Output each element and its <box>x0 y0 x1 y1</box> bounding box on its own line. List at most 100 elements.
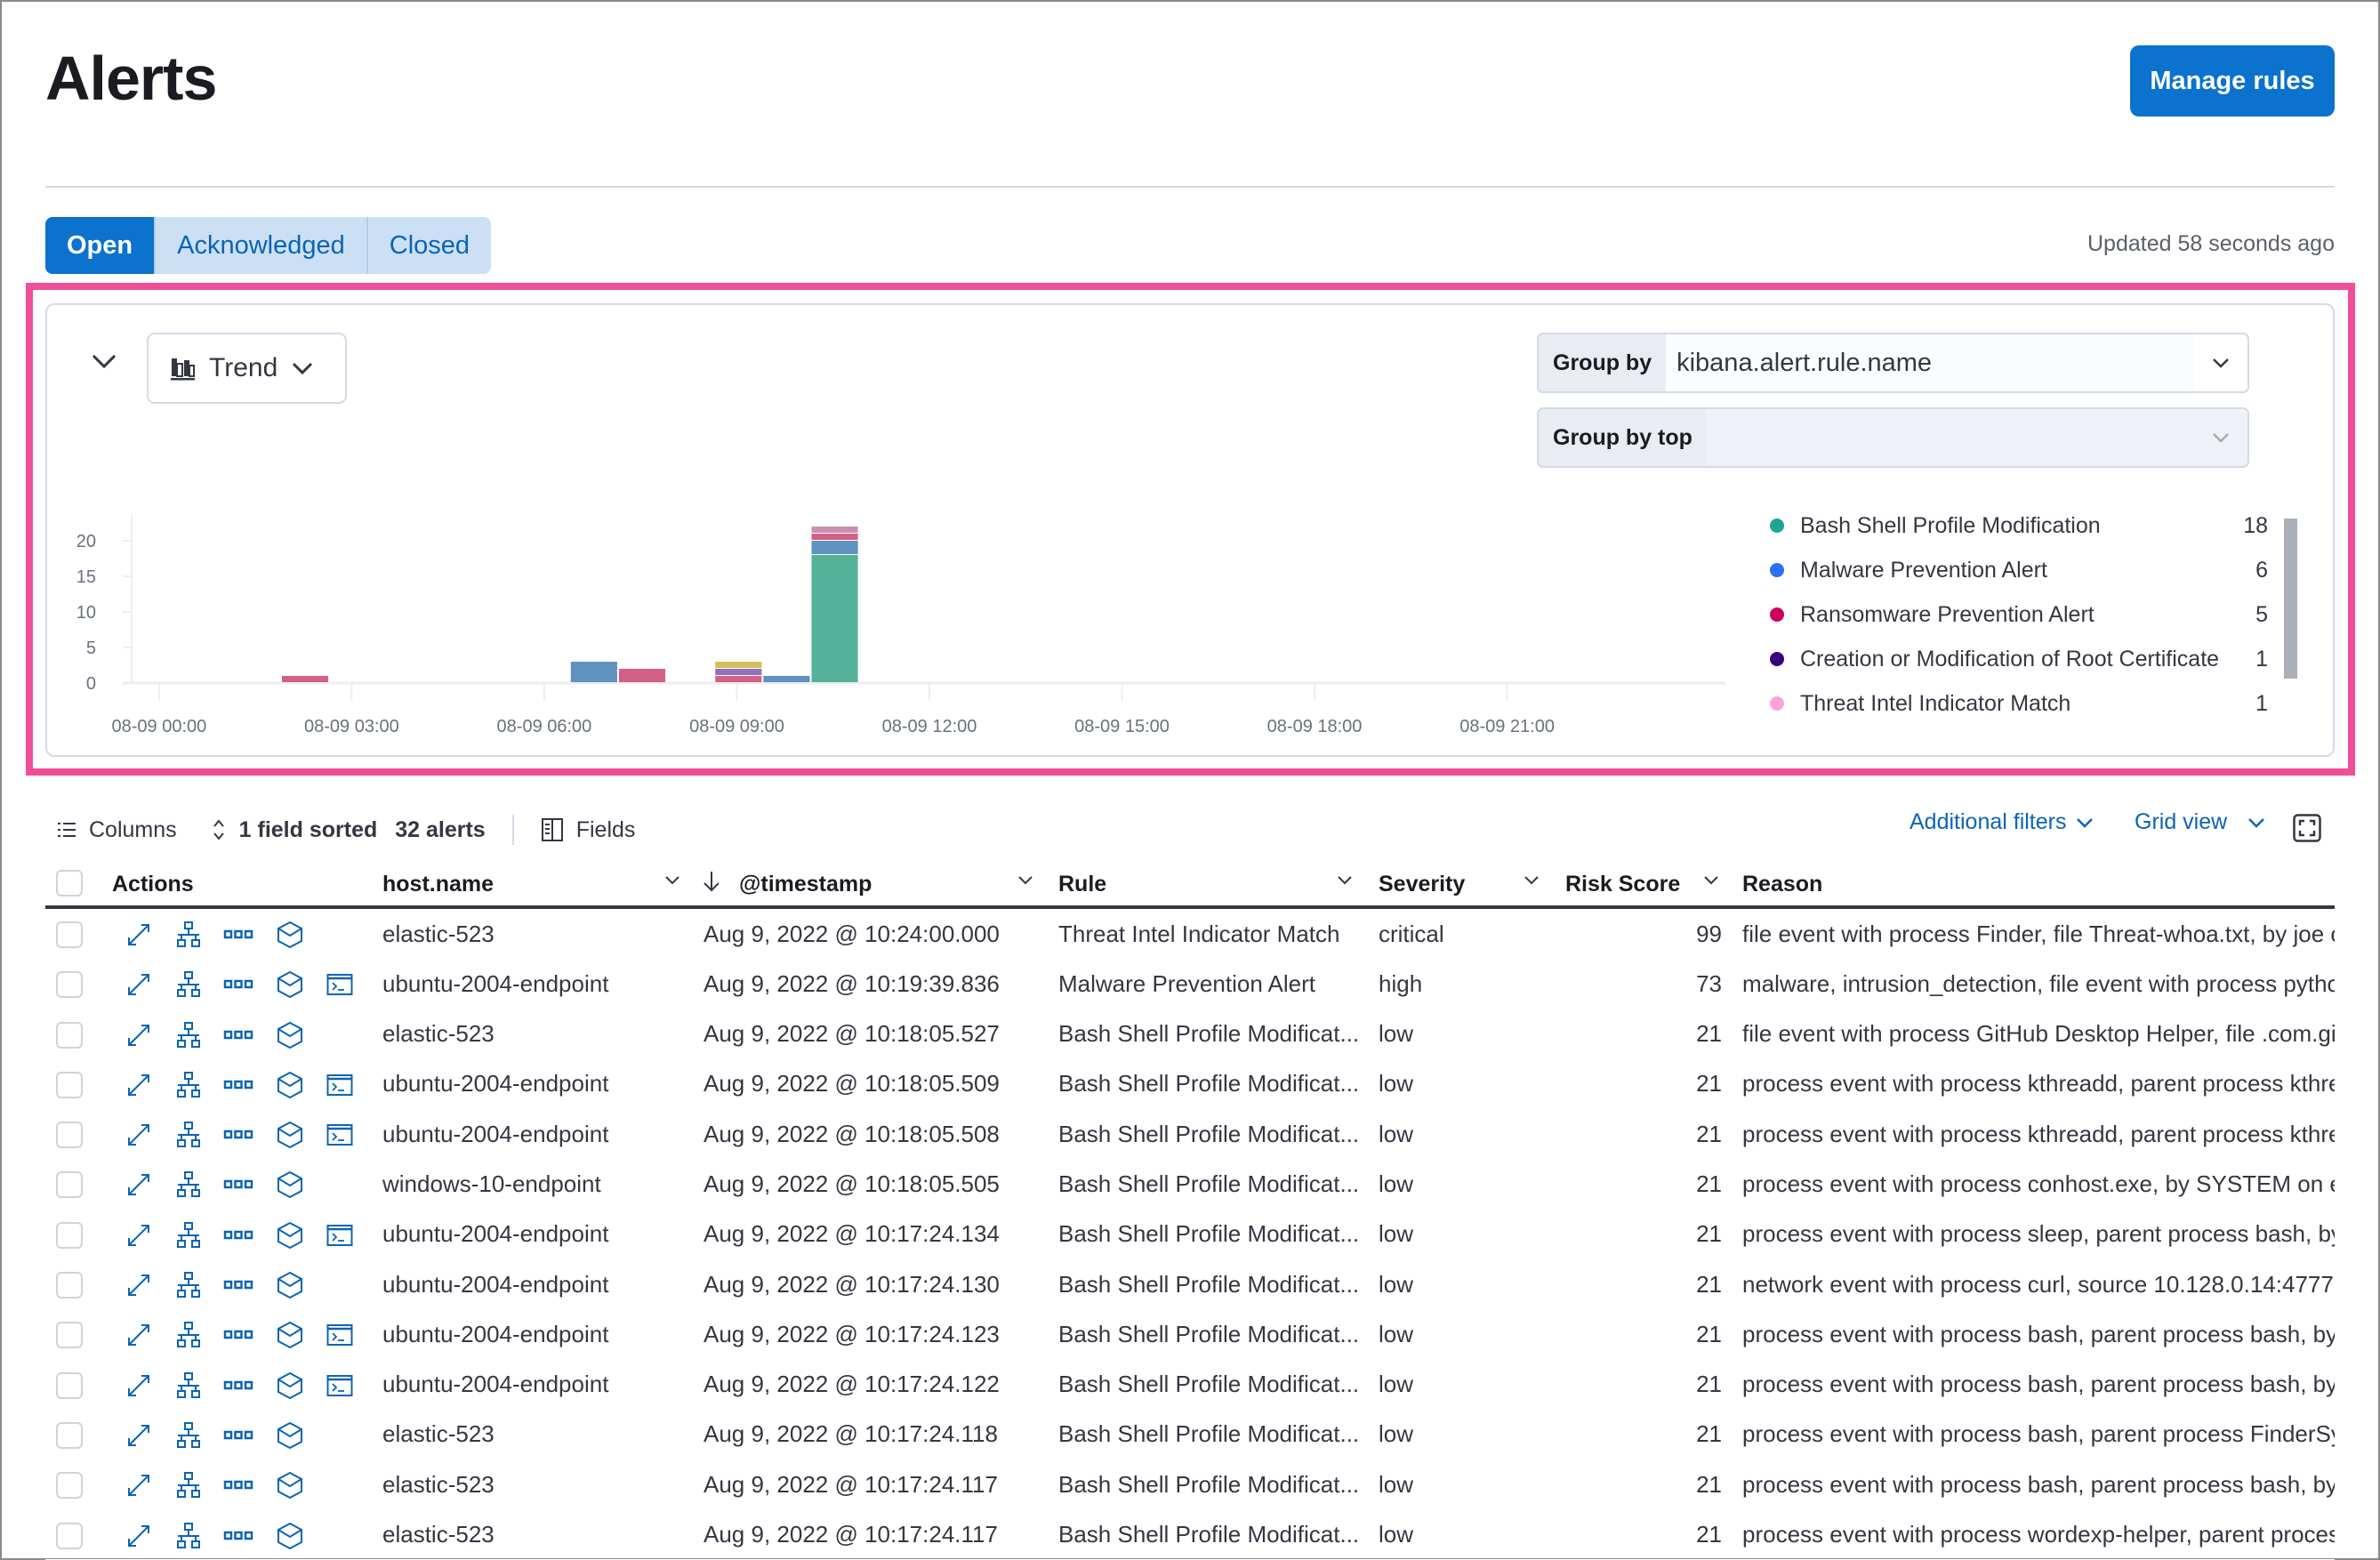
chevron-down-icon[interactable] <box>1701 873 1721 888</box>
more-actions-button[interactable] <box>223 1020 253 1050</box>
row-checkbox[interactable] <box>56 971 83 999</box>
table-row[interactable]: ubuntu-2004-endpoint Aug 9, 2022 @ 10:17… <box>45 1210 2335 1260</box>
cell-rule[interactable]: Malware Prevention Alert <box>1058 959 1370 1009</box>
investigate-in-timeline-button[interactable] <box>275 1020 305 1050</box>
chevron-down-icon[interactable] <box>1335 873 1355 888</box>
expand-event-button[interactable] <box>124 1220 154 1250</box>
expand-event-button[interactable] <box>124 1070 154 1100</box>
column-header-reason[interactable]: Reason <box>1742 872 1822 897</box>
select-all-checkbox[interactable] <box>56 870 83 897</box>
legend-scrollbar[interactable] <box>2284 519 2297 679</box>
expand-event-button[interactable] <box>124 1320 154 1350</box>
session-view-button[interactable] <box>325 1371 355 1401</box>
analyze-event-button[interactable] <box>173 1070 204 1100</box>
expand-event-button[interactable] <box>124 1020 154 1050</box>
analyze-event-button[interactable] <box>173 1120 204 1150</box>
fields-button[interactable]: Fields <box>541 817 635 843</box>
chevron-down-icon[interactable] <box>1016 873 1035 888</box>
table-row[interactable]: ubuntu-2004-endpoint Aug 9, 2022 @ 10:19… <box>45 959 2335 1009</box>
analyze-event-button[interactable] <box>173 1220 204 1250</box>
investigate-in-timeline-button[interactable] <box>275 1521 305 1551</box>
cell-rule[interactable]: Threat Intel Indicator Match <box>1058 909 1370 959</box>
cell-rule[interactable]: Bash Shell Profile Modificat... <box>1058 1459 1370 1509</box>
row-checkbox[interactable] <box>56 921 83 948</box>
legend-item-clipped[interactable] <box>1770 726 2268 736</box>
tab-open[interactable]: Open <box>45 217 155 274</box>
row-checkbox[interactable] <box>56 1122 83 1149</box>
more-actions-button[interactable] <box>223 920 253 950</box>
group-by-select[interactable]: Group by kibana.alert.rule.name <box>1537 333 2249 393</box>
table-row[interactable]: ubuntu-2004-endpoint Aug 9, 2022 @ 10:18… <box>45 1059 2335 1110</box>
legend-item[interactable]: Creation or Modification of Root Certifi… <box>1770 637 2268 681</box>
expand-event-button[interactable] <box>124 1120 154 1150</box>
more-actions-button[interactable] <box>223 1420 253 1451</box>
additional-filters-button[interactable]: Additional filters <box>1910 809 2095 835</box>
more-actions-button[interactable] <box>223 1270 253 1300</box>
column-header-host-name[interactable]: host.name <box>382 872 494 897</box>
more-actions-button[interactable] <box>223 969 253 1000</box>
column-header-severity[interactable]: Severity <box>1379 872 1465 897</box>
more-actions-button[interactable] <box>223 1220 253 1250</box>
row-checkbox[interactable] <box>56 1522 83 1549</box>
table-row[interactable]: elastic-523 Aug 9, 2022 @ 10:17:24.118 B… <box>45 1410 2335 1460</box>
chevron-down-icon[interactable] <box>663 873 682 888</box>
cell-rule[interactable]: Bash Shell Profile Modificat... <box>1058 1309 1370 1359</box>
collapse-chart-button[interactable] <box>86 349 122 374</box>
table-row[interactable]: windows-10-endpoint Aug 9, 2022 @ 10:18:… <box>45 1159 2335 1210</box>
column-header-risk-score[interactable]: Risk Score <box>1565 872 1680 897</box>
row-checkbox[interactable] <box>56 1322 83 1349</box>
session-view-button[interactable] <box>325 1120 355 1150</box>
expand-event-button[interactable] <box>124 1170 154 1200</box>
sort-fields-button[interactable]: 1 field sorted <box>211 817 377 843</box>
cell-rule[interactable]: Bash Shell Profile Modificat... <box>1058 1410 1370 1459</box>
row-checkbox[interactable] <box>56 1421 83 1449</box>
expand-event-button[interactable] <box>124 920 154 950</box>
table-row[interactable]: ubuntu-2004-endpoint Aug 9, 2022 @ 10:18… <box>45 1109 2335 1160</box>
expand-event-button[interactable] <box>124 1470 154 1500</box>
more-actions-button[interactable] <box>223 1371 253 1401</box>
column-header-rule[interactable]: Rule <box>1058 872 1106 897</box>
expand-event-button[interactable] <box>124 1371 154 1401</box>
investigate-in-timeline-button[interactable] <box>275 1270 305 1300</box>
analyze-event-button[interactable] <box>173 1270 204 1300</box>
cell-rule[interactable]: Bash Shell Profile Modificat... <box>1058 1159 1370 1209</box>
table-row[interactable]: elastic-523 Aug 9, 2022 @ 10:18:05.527 B… <box>45 1009 2335 1059</box>
row-checkbox[interactable] <box>56 1171 83 1199</box>
row-checkbox[interactable] <box>56 1221 83 1249</box>
table-row[interactable]: elastic-523 Aug 9, 2022 @ 10:17:24.117 B… <box>45 1510 2335 1560</box>
grid-view-button[interactable]: Grid view <box>2135 809 2266 835</box>
more-actions-button[interactable] <box>223 1120 253 1150</box>
legend-item[interactable]: Malware Prevention Alert 6 <box>1770 548 2268 592</box>
cell-rule[interactable]: Bash Shell Profile Modificat... <box>1058 1210 1370 1259</box>
more-actions-button[interactable] <box>223 1070 253 1100</box>
columns-button[interactable]: Columns <box>57 817 177 843</box>
analyze-event-button[interactable] <box>173 1020 204 1050</box>
row-checkbox[interactable] <box>56 1272 83 1299</box>
expand-event-button[interactable] <box>124 1521 154 1551</box>
expand-event-button[interactable] <box>124 1270 154 1300</box>
analyze-event-button[interactable] <box>173 969 204 1000</box>
analyze-event-button[interactable] <box>173 1371 204 1401</box>
investigate-in-timeline-button[interactable] <box>275 969 305 1000</box>
more-actions-button[interactable] <box>223 1470 253 1500</box>
session-view-button[interactable] <box>325 1320 355 1350</box>
group-by-top-select[interactable]: Group by top <box>1537 407 2249 468</box>
more-actions-button[interactable] <box>223 1521 253 1551</box>
investigate-in-timeline-button[interactable] <box>275 1320 305 1350</box>
investigate-in-timeline-button[interactable] <box>275 1220 305 1250</box>
table-row[interactable]: ubuntu-2004-endpoint Aug 9, 2022 @ 10:17… <box>45 1309 2335 1360</box>
expand-event-button[interactable] <box>124 969 154 1000</box>
table-row[interactable]: elastic-523 Aug 9, 2022 @ 10:24:00.000 T… <box>45 909 2335 960</box>
more-actions-button[interactable] <box>223 1320 253 1350</box>
sort-descending-icon[interactable] <box>702 870 721 893</box>
table-row[interactable]: elastic-523 Aug 9, 2022 @ 10:17:24.117 B… <box>45 1459 2335 1510</box>
cell-rule[interactable]: Bash Shell Profile Modificat... <box>1058 1259 1370 1309</box>
table-row[interactable]: ubuntu-2004-endpoint Aug 9, 2022 @ 10:17… <box>45 1360 2335 1410</box>
analyze-event-button[interactable] <box>173 920 204 950</box>
manage-rules-button[interactable]: Manage rules <box>2130 45 2335 117</box>
row-checkbox[interactable] <box>56 1371 83 1399</box>
tab-closed[interactable]: Closed <box>366 217 491 274</box>
view-selector[interactable]: Trend <box>147 333 347 404</box>
column-header-timestamp[interactable]: @timestamp <box>739 872 872 897</box>
more-actions-button[interactable] <box>223 1170 253 1200</box>
